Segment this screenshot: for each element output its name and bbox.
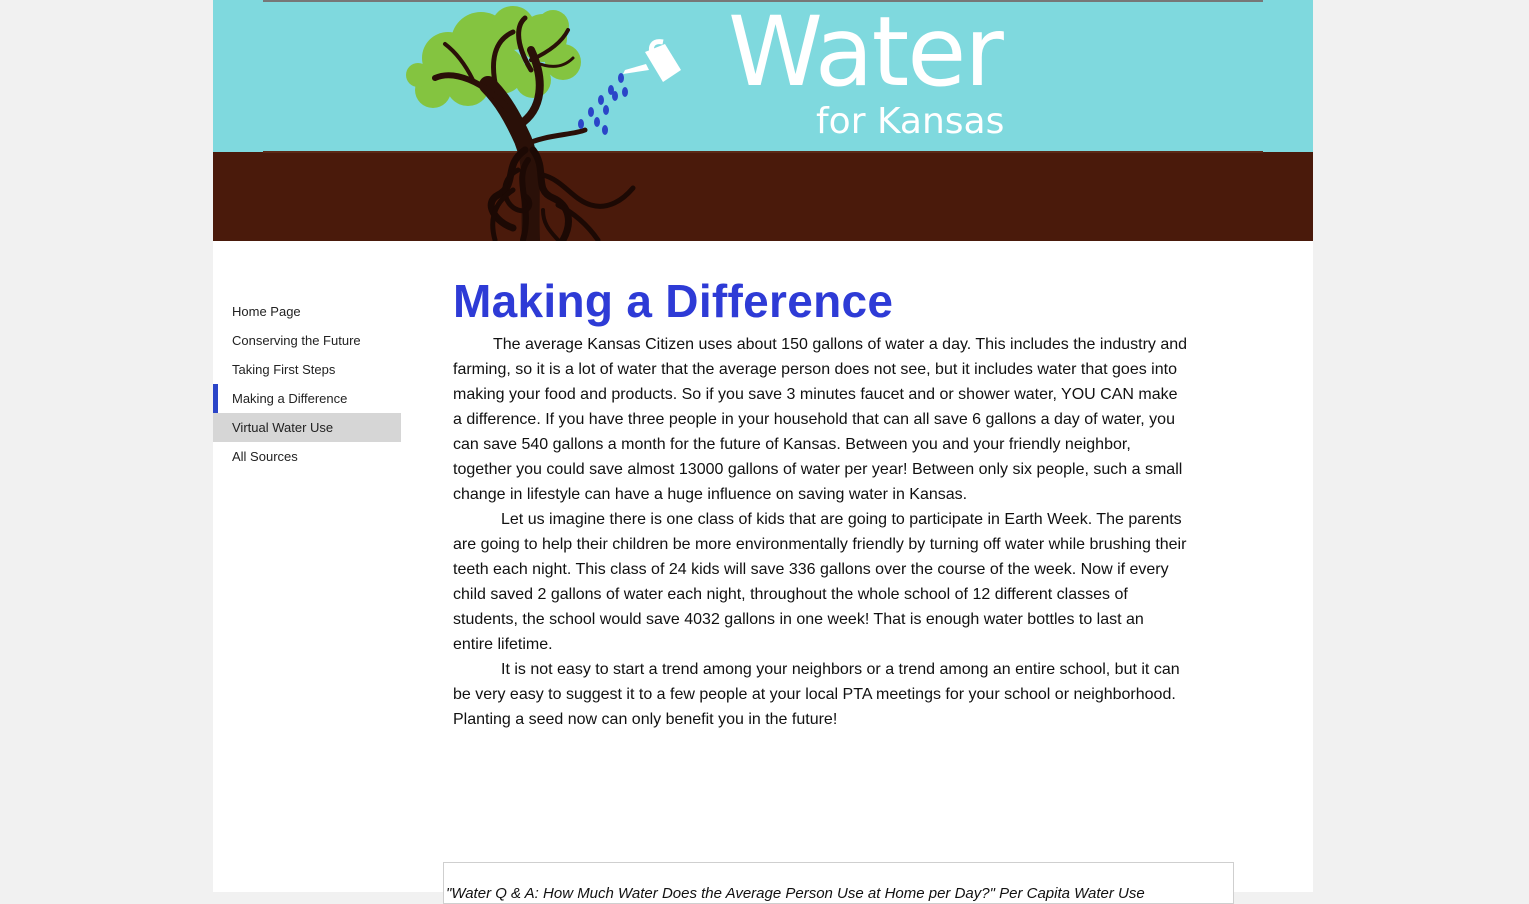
nav-item-conserving-the-future[interactable]: Conserving the Future [213, 326, 401, 355]
nav-item-making-a-difference[interactable]: Making a Difference [213, 384, 401, 413]
nav-item-all-sources[interactable]: All Sources [213, 442, 401, 471]
paragraph-3-text: It is not easy to start a trend among yo… [453, 661, 1180, 728]
water-drops-icon [578, 73, 628, 135]
page-container: Water for Kansas Home Page Conserving th… [213, 0, 1313, 904]
sidebar-navigation: Home Page Conserving the Future Taking F… [213, 297, 401, 471]
site-subtitle: for Kansas [816, 101, 1005, 142]
nav-item-virtual-water-use[interactable]: Virtual Water Use [213, 413, 401, 442]
watering-can-icon [623, 39, 681, 82]
site-header-banner: Water for Kansas [213, 0, 1313, 241]
citation-text: "Water Q & A: How Much Water Does the Av… [446, 885, 1145, 902]
nav-item-taking-first-steps[interactable]: Taking First Steps [213, 355, 401, 384]
sources-citation-box: "Water Q & A: How Much Water Does the Av… [443, 862, 1234, 904]
paragraph-3: It is not easy to start a trend among yo… [453, 657, 1188, 732]
page-title: Making a Difference [453, 275, 894, 327]
paragraph-1-text: The average Kansas Citizen uses about 15… [453, 336, 1188, 503]
site-title: Water [728, 0, 1004, 108]
paragraph-2-text: Let us imagine there is one class of kid… [453, 511, 1187, 653]
paragraph-2: Let us imagine there is one class of kid… [453, 507, 1188, 657]
nav-item-home-page[interactable]: Home Page [213, 297, 401, 326]
main-content: Making a Difference The average Kansas C… [453, 270, 1188, 732]
tree-roots-icon [487, 146, 636, 241]
paragraph-1: The average Kansas Citizen uses about 15… [453, 332, 1188, 507]
